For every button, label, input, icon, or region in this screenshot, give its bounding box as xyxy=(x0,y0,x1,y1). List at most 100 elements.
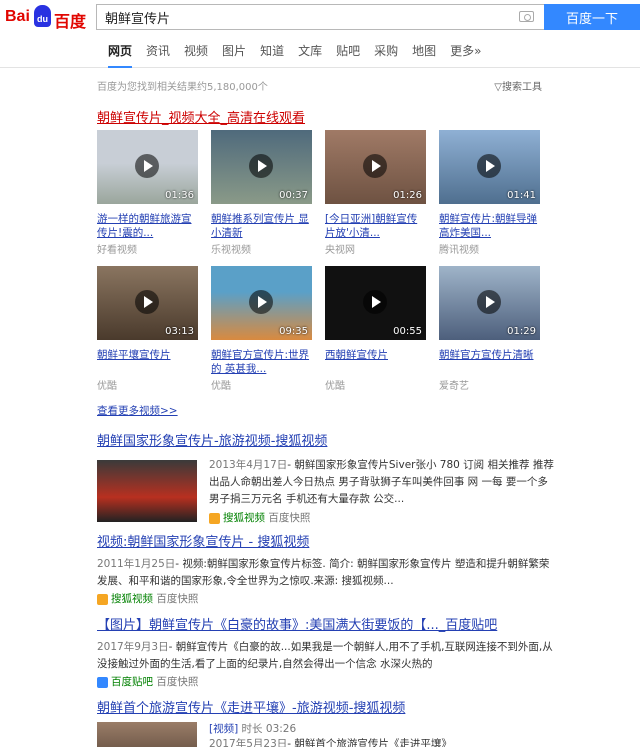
search-tools[interactable]: ▽搜索工具 xyxy=(494,78,542,93)
result-thumbnail[interactable] xyxy=(97,460,197,522)
result-item: 【图片】朝鲜宣传片《白豪的故事》:美国满大街要饭的【..._百度贴吧 2017年… xyxy=(97,614,557,689)
play-icon xyxy=(477,290,501,314)
video-thumbnail[interactable]: 01:41 xyxy=(439,130,540,204)
camera-icon[interactable] xyxy=(519,11,534,22)
sohu-icon xyxy=(97,593,108,605)
video-duration: 01:36 xyxy=(165,190,194,201)
video-title[interactable]: 朝鲜官方宣传片:世界的 英甚我... xyxy=(211,348,313,376)
video-thumbnail[interactable]: 00:37 xyxy=(211,130,312,204)
video-duration: 01:29 xyxy=(507,326,536,337)
header-bar: Bai du 百度 百度一下 xyxy=(0,0,640,34)
video-title[interactable]: 朝鲜宣传片:朝鲜导弹高炸美国... xyxy=(439,212,541,240)
result-title[interactable]: 视频:朝鲜国家形象宣传片 - 搜狐视频 xyxy=(97,531,557,550)
result-body: [视频] 时长 03:26 2017年5月23日- 朝鲜首个旅游宣传片《走进平壤… xyxy=(97,722,557,747)
play-icon xyxy=(249,154,273,178)
video-card[interactable]: 01:41 朝鲜宣传片:朝鲜导弹高炸美国... 腾讯视频 xyxy=(439,130,541,256)
video-thumbnail[interactable]: 01:29 xyxy=(439,266,540,340)
result-video-meta: [视频] 时长 03:26 2017年5月23日- 朝鲜首个旅游宣传片《走进平壤… xyxy=(209,722,452,747)
result-date: 2017年5月23日 xyxy=(209,738,288,747)
video-card[interactable]: 01:36 游一样的朝鲜旅游宣传片!震的... 好看视频 xyxy=(97,130,199,256)
video-title[interactable]: 西朝鲜宣传片 xyxy=(325,348,427,376)
play-icon xyxy=(477,154,501,178)
video-source: 乐视视频 xyxy=(211,245,251,256)
video-title[interactable]: 朝鲜官方宣传片清晰 xyxy=(439,348,541,376)
video-title[interactable]: [今日亚洲]朝鲜宣传片放'小清... xyxy=(325,212,427,240)
tab-map[interactable]: 地图 xyxy=(412,34,436,68)
result-date: 2013年4月17日 xyxy=(209,459,288,471)
video-source: 好看视频 xyxy=(97,245,137,256)
video-duration: 00:37 xyxy=(279,190,308,201)
tab-zhidao[interactable]: 知道 xyxy=(260,34,284,68)
tab-wenku[interactable]: 文库 xyxy=(298,34,322,68)
result-source-line: 搜狐视频 百度快照 xyxy=(209,510,310,525)
video-title[interactable]: 游一样的朝鲜旅游宣传片!震的... xyxy=(97,212,199,240)
video-duration: 03:13 xyxy=(165,326,194,337)
result-title[interactable]: 【图片】朝鲜宣传片《白豪的故事》:美国满大街要饭的【..._百度贴吧 xyxy=(97,614,557,633)
video-thumbnail[interactable]: 01:36 xyxy=(97,130,198,204)
play-icon xyxy=(135,290,159,314)
video-duration: 01:41 xyxy=(507,190,536,201)
result-title[interactable]: 朝鲜国家形象宣传片-旅游视频-搜狐视频 xyxy=(97,430,557,449)
result-cache-link[interactable]: 百度快照 xyxy=(268,512,310,524)
video-thumbnail[interactable]: 09:35 xyxy=(211,266,312,340)
video-thumbnail[interactable]: 03:13 xyxy=(97,266,198,340)
video-title[interactable]: 朝鲜推系列宣传片 显小清新 xyxy=(211,212,313,240)
result-abstract-text: - 朝鲜首个旅游宣传片《走进平壤》 xyxy=(287,738,452,747)
video-card[interactable]: 01:29 朝鲜官方宣传片清晰 爱奇艺 xyxy=(439,266,541,392)
result-body: 2013年4月17日- 朝鲜国家形象宣传片Siver张小 780 订阅 相关推荐… xyxy=(97,457,557,527)
play-icon xyxy=(363,154,387,178)
video-source: 爱奇艺 xyxy=(439,381,469,392)
tab-caigou[interactable]: 采购 xyxy=(374,34,398,68)
search-button[interactable]: 百度一下 xyxy=(544,4,640,30)
result-meta: 百度为您找到相关结果约5,180,000个 ▽搜索工具 xyxy=(0,68,640,100)
result-source[interactable]: 搜狐视频 xyxy=(223,512,265,524)
sohu-icon xyxy=(209,512,220,524)
result-count: 百度为您找到相关结果约5,180,000个 xyxy=(97,82,268,93)
video-card[interactable]: 03:13 朝鲜平壤宣传片 优酷 xyxy=(97,266,199,392)
tieba-icon xyxy=(97,676,108,688)
video-source: 优酷 xyxy=(211,381,231,392)
result-source[interactable]: 百度贴吧 xyxy=(111,676,153,688)
video-label: [视频] xyxy=(209,723,239,735)
video-card[interactable]: 09:35 朝鲜官方宣传片:世界的 英甚我... 优酷 xyxy=(211,266,313,392)
video-title[interactable]: 朝鲜平壤宣传片 xyxy=(97,348,199,376)
play-icon xyxy=(363,290,387,314)
paw-icon: du xyxy=(34,5,51,27)
video-source: 优酷 xyxy=(325,381,345,392)
result-item: 朝鲜首个旅游宣传片《走进平壤》-旅游视频-搜狐视频 [视频] 时长 03:26 … xyxy=(97,697,557,747)
video-card[interactable]: 00:37 朝鲜推系列宣传片 显小清新 乐视视频 xyxy=(211,130,313,256)
baidu-logo[interactable]: Bai du 百度 xyxy=(5,5,91,31)
tab-news[interactable]: 资讯 xyxy=(146,34,170,68)
video-card[interactable]: 01:26 [今日亚洲]朝鲜宣传片放'小清... 央视网 xyxy=(325,130,427,256)
nav-tabs: 网页 资讯 视频 图片 知道 文库 贴吧 采购 地图 更多» xyxy=(0,34,640,68)
tab-more[interactable]: 更多» xyxy=(450,34,481,68)
more-videos-link[interactable]: 查看更多视频>> xyxy=(97,403,178,418)
video-source: 优酷 xyxy=(97,381,117,392)
tab-images[interactable]: 图片 xyxy=(222,34,246,68)
tab-video[interactable]: 视频 xyxy=(184,34,208,68)
result-abstract: 2011年1月25日- 视频:朝鲜国家形象宣传片标签. 简介: 朝鲜国家形象宣传… xyxy=(97,556,557,590)
video-length: 时长 03:26 xyxy=(241,723,297,735)
result-date: 2017年9月3日 xyxy=(97,641,169,653)
tab-web[interactable]: 网页 xyxy=(108,34,133,68)
video-block-header: 朝鲜宣传片_视频大全_高清在线观看 xyxy=(97,107,557,126)
result-item: 视频:朝鲜国家形象宣传片 - 搜狐视频 2011年1月25日- 视频:朝鲜国家形… xyxy=(97,531,557,606)
search-input[interactable] xyxy=(97,5,497,29)
filter-icon: ▽ xyxy=(494,82,502,93)
video-thumbnail[interactable]: 01:26 xyxy=(325,130,426,204)
result-title[interactable]: 朝鲜首个旅游宣传片《走进平壤》-旅游视频-搜狐视频 xyxy=(97,697,557,716)
tab-tieba[interactable]: 贴吧 xyxy=(336,34,360,68)
search-tools-label: 搜索工具 xyxy=(502,82,542,93)
video-card[interactable]: 00:55 西朝鲜宣传片 优酷 xyxy=(325,266,427,392)
video-block-title[interactable]: 朝鲜宣传片_视频大全_高清在线观看 xyxy=(97,107,557,126)
result-source[interactable]: 搜狐视频 xyxy=(111,593,153,605)
result-source-line: 搜狐视频 百度快照 xyxy=(97,591,557,606)
video-duration: 00:55 xyxy=(393,326,422,337)
result-cache-link[interactable]: 百度快照 xyxy=(156,676,198,688)
result-abstract: 2013年4月17日- 朝鲜国家形象宣传片Siver张小 780 订阅 相关推荐… xyxy=(209,457,557,507)
result-source-line: 百度贴吧 百度快照 xyxy=(97,674,557,689)
video-thumbnail[interactable]: 00:55 xyxy=(325,266,426,340)
result-cache-link[interactable]: 百度快照 xyxy=(156,593,198,605)
logo-text-right: 百度 xyxy=(54,14,87,31)
result-thumbnail[interactable] xyxy=(97,722,197,747)
